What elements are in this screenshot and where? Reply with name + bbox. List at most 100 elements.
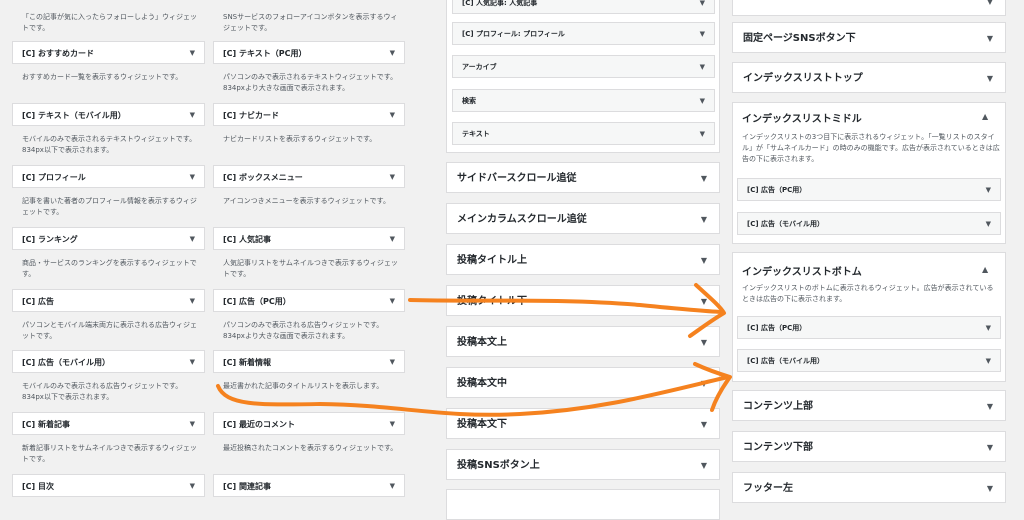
widget-ranking[interactable]: [C] ランキング ▼	[12, 227, 205, 250]
caret-down-icon[interactable]: ▼	[986, 213, 991, 236]
placed-widget-ad-mobile[interactable]: [C] 広告（モバイル用） ▼	[737, 349, 1001, 372]
area-post-title-top[interactable]: 投稿タイトル上 ▼	[446, 244, 720, 275]
caret-down-icon[interactable]: ▼	[700, 90, 705, 113]
widget-toc[interactable]: [C] 目次 ▼	[12, 474, 205, 497]
widget-description: 最近書かれた記事のタイトルリストを表示します。	[223, 382, 384, 390]
caret-down-icon[interactable]: ▼	[190, 228, 195, 251]
caret-down-icon[interactable]: ▼	[701, 327, 707, 358]
caret-down-icon[interactable]: ▼	[986, 350, 991, 373]
widget-description: 人気記事リストをサムネイルつきで表示するウィジェットです。	[223, 259, 398, 278]
placed-widget-ad-pc[interactable]: [C] 広告（PC用） ▼	[737, 316, 1001, 339]
widget-osusume-card[interactable]: [C] おすすめカード ▼	[12, 41, 205, 64]
widget-description: ナビカードリストを表示するウィジェットです。	[223, 135, 377, 143]
caret-down-icon[interactable]: ▼	[700, 123, 705, 146]
caret-down-icon[interactable]: ▼	[987, 0, 993, 17]
area-post-body-bottom[interactable]: 投稿本文下 ▼	[446, 408, 720, 439]
widget-ad-mobile[interactable]: [C] 広告（モバイル用） ▼	[12, 350, 205, 373]
caret-down-icon[interactable]: ▼	[190, 104, 195, 127]
widget-text-mobile[interactable]: [C] テキスト（モバイル用） ▼	[12, 103, 205, 126]
widget-description: モバイルのみで表示されるテキストウィジェットです。834px以下で表示されます。	[22, 135, 197, 154]
area-content-bottom[interactable]: コンテンツ下部 ▼	[732, 431, 1006, 462]
widget-ad-pc[interactable]: [C] 広告（PC用） ▼	[213, 289, 405, 312]
widget-description: 新着記事リストをサムネイルつきで表示するウィジェットです。	[22, 444, 197, 463]
widget-ad[interactable]: [C] 広告 ▼	[12, 289, 205, 312]
area-description: インデックスリストのボトムに表示されるウィジェット。広告が表示されているときは広…	[742, 284, 994, 303]
caret-down-icon[interactable]: ▼	[390, 351, 395, 374]
widget-description: おすすめカード一覧を表示するウィジェットです。	[22, 73, 183, 81]
caret-down-icon[interactable]: ▼	[190, 351, 195, 374]
widget-popular-articles[interactable]: [C] 人気記事 ▼	[213, 227, 405, 250]
widget-description: 最近投稿されたコメントを表示するウィジェットです。	[223, 444, 398, 452]
placed-widget-text[interactable]: テキスト ▼	[452, 122, 715, 145]
caret-down-icon[interactable]: ▼	[986, 317, 991, 340]
area-title[interactable]: インデックスリストミドル	[742, 110, 862, 125]
caret-down-icon[interactable]: ▼	[701, 450, 707, 481]
caret-down-icon[interactable]: ▼	[390, 166, 395, 189]
caret-down-icon[interactable]: ▼	[987, 432, 993, 463]
widget-recent-comments[interactable]: [C] 最近のコメント ▼	[213, 412, 405, 435]
placed-widget-archive[interactable]: アーカイブ ▼	[452, 55, 715, 78]
area-partial-top[interactable]: ▼	[732, 0, 1006, 16]
area-partial[interactable]	[446, 489, 720, 520]
area-page-sns-bottom[interactable]: 固定ページSNSボタン下 ▼	[732, 22, 1006, 53]
widget-related-articles[interactable]: [C] 関連記事 ▼	[213, 474, 405, 497]
area-post-body-middle[interactable]: 投稿本文中 ▼	[446, 367, 720, 398]
area-sidebar-scroll[interactable]: サイドバースクロール追従 ▼	[446, 162, 720, 193]
caret-up-icon[interactable]: ▲	[982, 112, 988, 121]
caret-down-icon[interactable]: ▼	[701, 368, 707, 399]
placed-widget-profile[interactable]: [C] プロフィール: プロフィール ▼	[452, 22, 715, 45]
widget-new-info[interactable]: [C] 新着情報 ▼	[213, 350, 405, 373]
area-content-top[interactable]: コンテンツ上部 ▼	[732, 390, 1006, 421]
caret-down-icon[interactable]: ▼	[701, 245, 707, 276]
caret-down-icon[interactable]: ▼	[701, 204, 707, 235]
area-post-sns-top[interactable]: 投稿SNSボタン上 ▼	[446, 449, 720, 480]
widget-description: アイコンつきメニューを表示するウィジェットです。	[223, 197, 390, 205]
placed-widget-popular[interactable]: [C] 人気記事: 人気記事 ▼	[452, 0, 715, 14]
widget-box-menu[interactable]: [C] ボックスメニュー ▼	[213, 165, 405, 188]
caret-down-icon[interactable]: ▼	[987, 391, 993, 422]
caret-down-icon[interactable]: ▼	[987, 473, 993, 504]
caret-down-icon[interactable]: ▼	[701, 409, 707, 440]
caret-down-icon[interactable]: ▼	[390, 475, 395, 498]
widget-description: パソコンとモバイル端末両方に表示される広告ウィジェットです。	[22, 321, 197, 340]
placed-widget-ad-pc[interactable]: [C] 広告（PC用） ▼	[737, 178, 1001, 201]
widget-description: 「この記事が気に入ったらフォローしよう」ウィジェットです。	[22, 13, 197, 32]
placed-widget-search[interactable]: 検索 ▼	[452, 89, 715, 112]
widget-description: モバイルのみで表示される広告ウィジェットです。834px以下で表示されます。	[22, 382, 183, 401]
area-post-title-bottom[interactable]: 投稿タイトル下 ▼	[446, 285, 720, 316]
caret-down-icon[interactable]: ▼	[190, 42, 195, 65]
caret-down-icon[interactable]: ▼	[390, 42, 395, 65]
caret-down-icon[interactable]: ▼	[701, 163, 707, 194]
area-description: インデックスリストの3つ目下に表示されるウィジェット。「一覧リストのスタイル」が…	[742, 133, 1000, 163]
area-title[interactable]: インデックスリストボトム	[742, 263, 862, 278]
caret-down-icon[interactable]: ▼	[700, 23, 705, 46]
area-main-scroll[interactable]: メインカラムスクロール追従 ▼	[446, 203, 720, 234]
caret-down-icon[interactable]: ▼	[190, 413, 195, 436]
widget-profile[interactable]: [C] プロフィール ▼	[12, 165, 205, 188]
widget-description: SNSサービスのフォローアイコンボタンを表示するウィジェットです。	[223, 13, 398, 32]
caret-down-icon[interactable]: ▼	[390, 104, 395, 127]
area-footer-left[interactable]: フッター左 ▼	[732, 472, 1006, 503]
caret-down-icon[interactable]: ▼	[701, 286, 707, 317]
widget-description: 記事を書いた著者のプロフィール情報を表示するウィジェットです。	[22, 197, 197, 216]
caret-down-icon[interactable]: ▼	[700, 56, 705, 79]
caret-down-icon[interactable]: ▼	[390, 228, 395, 251]
widget-new-articles[interactable]: [C] 新着記事 ▼	[12, 412, 205, 435]
widget-navi-card[interactable]: [C] ナビカード ▼	[213, 103, 405, 126]
area-post-body-top[interactable]: 投稿本文上 ▼	[446, 326, 720, 357]
caret-down-icon[interactable]: ▼	[390, 413, 395, 436]
placed-widget-ad-mobile[interactable]: [C] 広告（モバイル用） ▼	[737, 212, 1001, 235]
caret-down-icon[interactable]: ▼	[700, 0, 705, 15]
widget-description: パソコンのみで表示されるテキストウィジェットです。834pxより大きな画面で表示…	[223, 73, 398, 92]
widget-description: 商品・サービスのランキングを表示するウィジェットです。	[22, 259, 197, 278]
caret-down-icon[interactable]: ▼	[190, 475, 195, 498]
caret-down-icon[interactable]: ▼	[190, 166, 195, 189]
caret-down-icon[interactable]: ▼	[190, 290, 195, 313]
area-index-top[interactable]: インデックスリストトップ ▼	[732, 62, 1006, 93]
caret-down-icon[interactable]: ▼	[987, 23, 993, 54]
caret-up-icon[interactable]: ▲	[982, 265, 988, 274]
caret-down-icon[interactable]: ▼	[987, 63, 993, 94]
widget-text-pc[interactable]: [C] テキスト（PC用） ▼	[213, 41, 405, 64]
caret-down-icon[interactable]: ▼	[986, 179, 991, 202]
caret-down-icon[interactable]: ▼	[390, 290, 395, 313]
